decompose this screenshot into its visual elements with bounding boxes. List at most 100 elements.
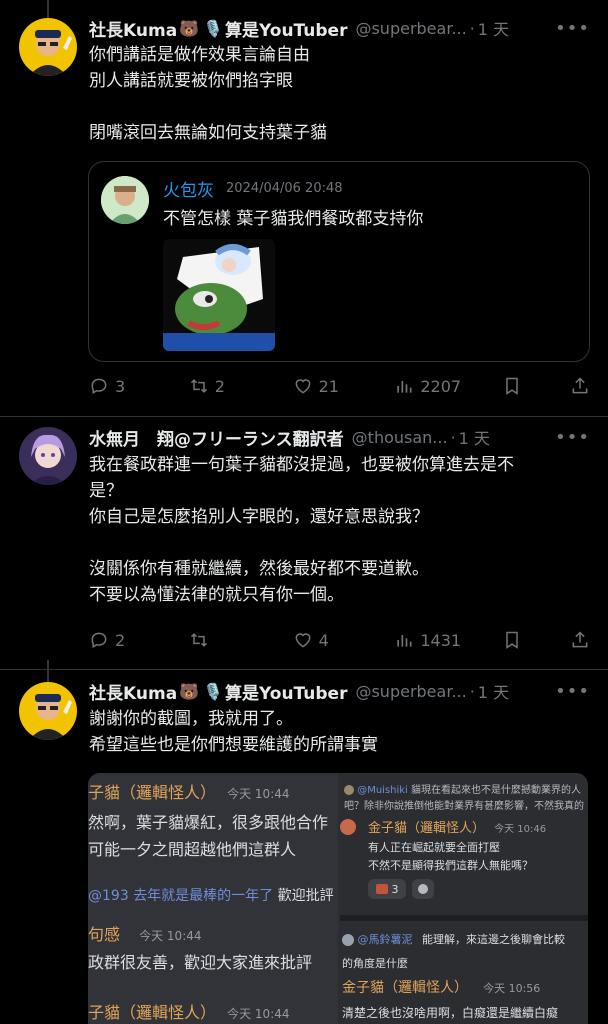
more-options-icon[interactable]: •••	[555, 427, 590, 448]
tweet-line	[89, 94, 586, 120]
retweet-button[interactable]	[189, 630, 293, 650]
add-reaction-icon[interactable]	[412, 879, 434, 899]
bookmark-icon	[506, 631, 518, 649]
chat-username: 句感	[88, 925, 121, 944]
chat-username: 金子貓（邏輯怪人）	[342, 980, 468, 996]
reply-count: 3	[115, 376, 126, 396]
reply-avatar-icon	[342, 934, 354, 946]
tweet-line: 我在餐政群連一句葉子貓都沒提過，也要被你算進去是不	[89, 455, 514, 475]
tweet-line: 謝謝你的截圖，我就用了。	[89, 709, 293, 729]
chat-time: 今天 10:46	[494, 824, 547, 835]
tweet[interactable]: 社長Kuma 🐻 🎙️ 算是YouTuber @superbear... · 1…	[0, 670, 608, 1024]
display-name-suffix[interactable]: 算是YouTuber	[225, 16, 347, 41]
chat-mention-tail: 歡迎批評	[277, 888, 334, 904]
like-button[interactable]: 4	[293, 630, 395, 650]
reply-text: 貓現在看起來也不是什麼撼動業界的人	[411, 785, 582, 796]
tweet-text: 你們講話是做作效果言論自由 別人講話就要被你們掐字眼 閉嘴滾回去無論如何支持葉子…	[89, 42, 586, 146]
user-handle[interactable]: @superbear...	[355, 19, 466, 38]
timestamp[interactable]: 1 天	[478, 16, 509, 40]
display-name[interactable]: 社長Kuma	[89, 16, 177, 41]
tweet-actions: 2 4 1431	[89, 626, 590, 654]
quoted-tweet[interactable]: 火包灰 2024/04/06 20:48 不管怎樣 葉子貓我們餐政都支持你	[88, 161, 590, 362]
timestamp[interactable]: 1 天	[459, 425, 490, 449]
tweet-line: 別人講話就要被你們掐字眼	[89, 71, 293, 91]
view-count: 2207	[420, 376, 462, 396]
quote-image[interactable]	[163, 239, 275, 351]
chat-time: 今天 10:44	[227, 787, 290, 801]
chat-message: 政群很友善，歡迎大家進來批評	[88, 953, 313, 972]
avatar[interactable]	[19, 18, 77, 76]
display-name-suffix[interactable]: 算是YouTuber	[225, 679, 347, 704]
display-name[interactable]: 水無月 翔@フリーランス翻訳者	[89, 425, 344, 450]
reply-count: 2	[115, 630, 126, 650]
chat-time: 今天 10:44	[139, 929, 202, 943]
reply-button[interactable]: 3	[89, 376, 189, 396]
bookmark-button[interactable]	[502, 630, 570, 650]
timestamp[interactable]: 1 天	[478, 679, 509, 703]
reaction-count: 3	[391, 882, 399, 896]
retweet-count: 2	[214, 376, 225, 396]
analytics-icon	[397, 381, 412, 393]
avatar[interactable]	[19, 427, 77, 485]
tweet-line: 閉嘴滾回去無論如何支持葉子貓	[89, 123, 327, 143]
quote-avatar	[101, 176, 149, 224]
attached-image[interactable]: 子貓（邏輯怪人） 今天 10:44 然啊，葉子貓爆紅，很多跟他合作 可能一夕之間…	[88, 773, 588, 1024]
separator-dot: ·	[469, 18, 475, 38]
chat-message: 不然不是顯得我們這群人無能嗎？	[368, 859, 533, 872]
quote-date: 2024/04/06 20:48	[226, 181, 343, 196]
user-handle[interactable]: @superbear...	[355, 682, 466, 701]
like-count: 21	[318, 376, 339, 396]
reply-button[interactable]: 2	[89, 630, 189, 650]
like-button[interactable]: 21	[293, 376, 395, 396]
views-button[interactable]: 2207	[394, 376, 502, 396]
chat-message: 有人正在崛起就要全面打壓	[368, 841, 500, 854]
heart-icon	[295, 633, 310, 648]
separator-dot: ·	[469, 681, 475, 701]
more-options-icon[interactable]: •••	[555, 18, 590, 39]
quote-text: 不管怎樣 葉子貓我們餐政都支持你	[163, 209, 424, 229]
share-icon	[572, 631, 588, 648]
display-name[interactable]: 社長Kuma	[89, 679, 177, 704]
tweet-line: 不要以為懂法律的就只有你一個。	[89, 585, 344, 605]
reply-text: 能理解，來這邊之後聊會比較	[422, 933, 565, 946]
quote-author-name[interactable]: 火包灰	[163, 176, 214, 201]
reaction-badge[interactable]: 3	[368, 879, 406, 899]
reply-icon	[91, 632, 107, 648]
tweet-text: 我在餐政群連一句葉子貓都沒提過，也要被你算進去是不 是？ 你自己是怎麼掐別人字眼…	[89, 452, 586, 608]
reply-user: @馬鈴薯泥	[357, 933, 413, 946]
chat-message: 可能一夕之間超越他們這群人	[88, 840, 297, 859]
chat-mention: @193	[88, 888, 129, 904]
microphone-emoji: 🎙️	[203, 681, 224, 701]
user-handle[interactable]: @thousan...	[352, 428, 448, 447]
separator-dot: ·	[450, 427, 456, 447]
chat-username: 子貓（邏輯怪人）	[88, 1003, 217, 1022]
retweet-button[interactable]: 2	[189, 376, 293, 396]
reply-user: @Muishiki	[357, 785, 408, 796]
tweet-line: 你們講話是做作效果言論自由	[89, 45, 310, 65]
tweet-line: 希望這些也是你們想要維護的所謂事實	[89, 735, 378, 755]
panel-divider	[340, 915, 588, 921]
tweet-line	[89, 530, 586, 556]
tweet[interactable]: 水無月 翔@フリーランス翻訳者 @thousan... · 1 天 ••• 我在…	[0, 417, 608, 669]
more-options-icon[interactable]: •••	[555, 681, 590, 702]
avatar[interactable]	[19, 682, 77, 740]
chat-mention-text: 去年就是最棒的一年了	[133, 888, 274, 904]
views-button[interactable]: 1431	[394, 630, 502, 650]
discord-panel-left: 子貓（邏輯怪人） 今天 10:44 然啊，葉子貓爆紅，很多跟他合作 可能一夕之間…	[88, 773, 338, 1024]
retweet-icon	[190, 379, 207, 393]
tweet-line: 是？	[89, 481, 123, 501]
chat-time: 今天 10:44	[227, 1007, 290, 1021]
discord-panel-right: @Muishiki 貓現在看起來也不是什麼撼動業界的人 吧？除非你說推倒他能對業…	[340, 773, 588, 1024]
reaction-emoji-icon	[375, 884, 388, 894]
share-button[interactable]	[570, 630, 590, 650]
share-button[interactable]	[570, 376, 590, 396]
tweet-text: 謝謝你的截圖，我就用了。 希望這些也是你們想要維護的所謂事實	[89, 706, 586, 758]
bookmark-button[interactable]	[502, 376, 570, 396]
tweet[interactable]: 社長Kuma 🐻 🎙️ 算是YouTuber @superbear... · 1…	[0, 0, 608, 416]
microphone-emoji: 🎙️	[203, 18, 224, 38]
chat-username: 金子貓（邏輯怪人）	[368, 821, 486, 836]
chat-message: 清楚之後也沒啥用啊，白癡還是繼續白癡	[342, 1006, 559, 1020]
reply-avatar-icon	[344, 785, 354, 795]
chat-message: 然啊，葉子貓爆紅，很多跟他合作	[88, 813, 329, 832]
share-icon	[572, 377, 588, 394]
